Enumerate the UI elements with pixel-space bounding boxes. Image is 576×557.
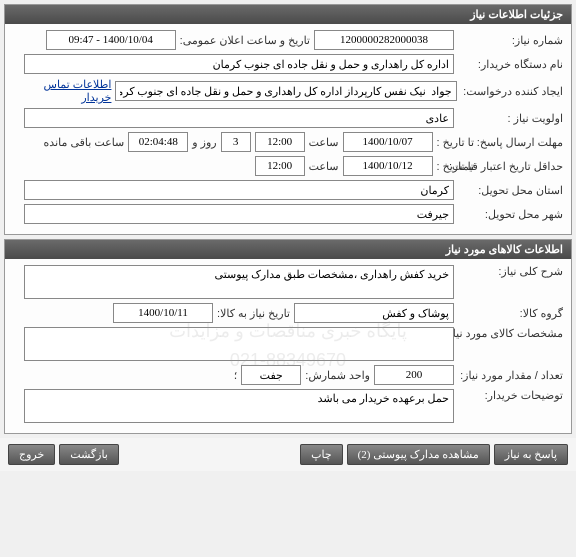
time-label-1: ساعت: [309, 136, 339, 149]
min-validity-date-field[interactable]: [343, 156, 433, 176]
min-validity-time-field[interactable]: [255, 156, 305, 176]
min-validity-label: حداقل تاریخ اعتبار قیمت:: [478, 160, 563, 173]
province-label: استان محل تحویل:: [458, 184, 563, 197]
deadline-label: مهلت ارسال پاسخ:: [478, 136, 563, 149]
city-label: شهر محل تحویل:: [458, 208, 563, 221]
days-and-label: روز و: [192, 136, 216, 149]
need-number-field[interactable]: [314, 30, 454, 50]
countdown-field: [128, 132, 188, 152]
group-label: گروه کالا:: [458, 307, 563, 320]
buyer-org-label: نام دستگاه خریدار:: [458, 58, 563, 71]
unit-label: واحد شمارش:: [305, 369, 370, 382]
semicolon: ؛: [234, 369, 238, 382]
city-field[interactable]: [24, 204, 454, 224]
need-date-label: تاریخ نیاز به کالا:: [217, 307, 290, 320]
need-date-field[interactable]: [113, 303, 213, 323]
reply-button[interactable]: پاسخ به نیاز: [494, 444, 568, 465]
group-field[interactable]: [294, 303, 454, 323]
need-number-label: شماره نیاز:: [458, 34, 563, 47]
panel2-title: اطلاعات کالاهای مورد نیاز: [5, 240, 571, 259]
province-field[interactable]: [24, 180, 454, 200]
priority-field[interactable]: [24, 108, 454, 128]
requester-field[interactable]: [115, 81, 456, 101]
panel1-title: جزئیات اطلاعات نیاز: [5, 5, 571, 24]
buyer-notes-field[interactable]: [24, 389, 454, 423]
to-date-label: تا تاریخ :: [437, 136, 474, 149]
exit-button[interactable]: خروج: [8, 444, 55, 465]
to-date-label-2: تا تاریخ :: [437, 160, 474, 173]
qty-label: تعداد / مقدار مورد نیاز:: [458, 369, 563, 382]
attachments-button[interactable]: مشاهده مدارک پیوستی (2): [347, 444, 490, 465]
requester-label: ایجاد کننده درخواست:: [461, 85, 563, 98]
remaining-label: ساعت باقی مانده: [44, 136, 125, 149]
print-button[interactable]: چاپ: [300, 444, 343, 465]
time-label-2: ساعت: [309, 160, 339, 173]
desc-label: شرح کلی نیاز:: [458, 265, 563, 278]
unit-field[interactable]: [241, 365, 301, 385]
deadline-date-field[interactable]: [343, 132, 433, 152]
buyer-org-field[interactable]: [24, 54, 454, 74]
spec-label: مشخصات کالای مورد نیاز:: [458, 327, 563, 340]
need-details-panel: جزئیات اطلاعات نیاز شماره نیاز: تاریخ و …: [4, 4, 572, 235]
spec-field[interactable]: [24, 327, 454, 361]
announce-label: تاریخ و ساعت اعلان عمومی:: [180, 34, 310, 47]
back-button[interactable]: بازگشت: [59, 444, 119, 465]
days-field: [221, 132, 251, 152]
priority-label: اولویت نیاز :: [458, 112, 563, 125]
deadline-time-field[interactable]: [255, 132, 305, 152]
qty-field[interactable]: [374, 365, 454, 385]
desc-field[interactable]: [24, 265, 454, 299]
announce-field[interactable]: [46, 30, 176, 50]
buyer-notes-label: توضیحات خریدار:: [458, 389, 563, 402]
button-bar: پاسخ به نیاز مشاهده مدارک پیوستی (2) چاپ…: [0, 438, 576, 471]
contact-buyer-link[interactable]: اطلاعات تماس خریدار: [13, 78, 111, 104]
goods-info-panel: اطلاعات کالاهای مورد نیاز پایگاه خبری من…: [4, 239, 572, 434]
